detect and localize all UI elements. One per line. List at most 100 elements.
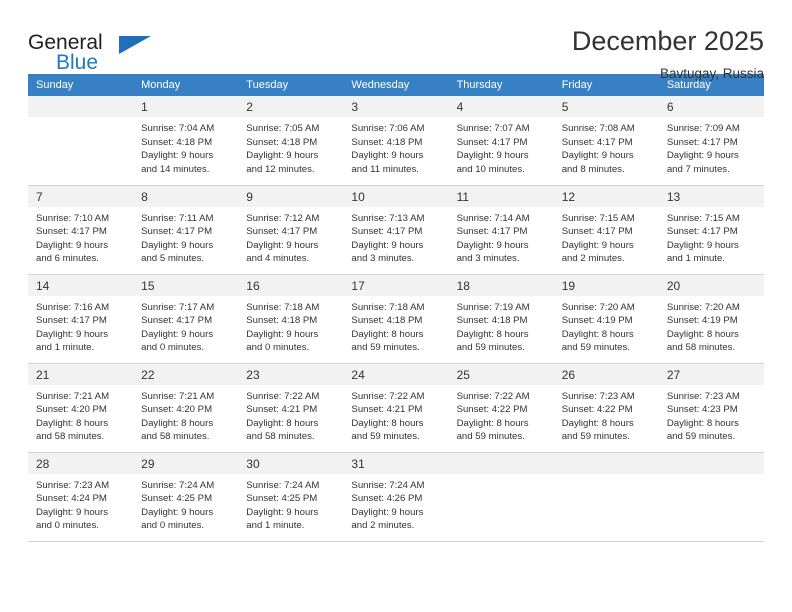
sunrise-time: Sunrise: 7:15 AM (666, 212, 740, 224)
sunset-time: Sunset: 4:23 PM (666, 404, 738, 416)
sunrise-time: Sunrise: 7:23 AM (36, 479, 110, 491)
daylight-duration-line2: and 59 minutes. (351, 342, 420, 354)
calendar-day-cell[interactable]: 2 Sunrise: 7:05 AM Sunset: 4:18 PM Daylight… (238, 96, 344, 186)
day-number (28, 96, 134, 117)
sunrise-time: Sunrise: 7:23 AM (561, 390, 635, 402)
sunset-time: Sunset: 4:19 PM (666, 315, 738, 327)
sunrise-time: Sunrise: 7:20 AM (561, 301, 635, 313)
day-details: Sunrise: 7:22 AM Sunset: 4:21 PM Daylight:… (343, 385, 448, 444)
day-number: 1 (133, 96, 239, 117)
calendar-week-row: 28 Sunrise: 7:23 AM Sunset: 4:24 PM Dayligh… (28, 452, 764, 542)
weekday-header-wednesday: Wednesday (343, 74, 449, 96)
day-details: Sunrise: 7:20 AM Sunset: 4:19 PM Daylight:… (554, 296, 659, 355)
daylight-duration-line1: Daylight: 9 hours (561, 239, 634, 251)
calendar-table: Sunday Monday Tuesday Wednesday Thursday Frid… (28, 74, 764, 542)
calendar-day-cell[interactable]: 17 Sunrise: 7:18 AM Sunset: 4:18 PM Dayligh… (343, 274, 449, 364)
calendar-day-cell[interactable]: 9 Sunrise: 7:12 AM Sunset: 4:17 PM Daylight… (238, 185, 344, 275)
daylight-duration-line1: Daylight: 9 hours (456, 150, 529, 162)
daylight-duration-line1: Daylight: 9 hours (246, 328, 319, 340)
calendar-day-cell[interactable]: 27 Sunrise: 7:23 AM Sunset: 4:23 PM Dayligh… (658, 363, 764, 453)
day-details: Sunrise: 7:24 AM Sunset: 4:26 PM Daylight:… (343, 474, 448, 533)
day-number (553, 452, 659, 474)
day-number: 20 (658, 274, 764, 296)
sunrise-time: Sunrise: 7:12 AM (246, 212, 320, 224)
calendar-day-cell[interactable]: 5 Sunrise: 7:08 AM Sunset: 4:17 PM Daylight… (553, 96, 659, 186)
calendar-day-cell[interactable]: 28 Sunrise: 7:23 AM Sunset: 4:24 PM Dayligh… (28, 452, 134, 542)
general-blue-logo[interactable]: General Blue (28, 26, 151, 74)
calendar-day-cell[interactable]: 3 Sunrise: 7:06 AM Sunset: 4:18 PM Daylight… (343, 96, 449, 186)
calendar-day-cell[interactable]: 1 Sunrise: 7:04 AM Sunset: 4:18 PM Daylight… (133, 96, 239, 186)
day-details: Sunrise: 7:08 AM Sunset: 4:17 PM Daylight:… (554, 117, 659, 176)
calendar-day-cell[interactable]: 14 Sunrise: 7:16 AM Sunset: 4:17 PM Dayligh… (28, 274, 134, 364)
calendar-cell-empty (658, 452, 764, 542)
sunset-time: Sunset: 4:18 PM (456, 315, 528, 327)
daylight-duration-line1: Daylight: 9 hours (246, 239, 319, 251)
day-number: 18 (448, 274, 554, 296)
calendar-day-cell[interactable]: 4 Sunrise: 7:07 AM Sunset: 4:17 PM Daylight… (448, 96, 554, 186)
day-details: Sunrise: 7:24 AM Sunset: 4:25 PM Daylight:… (238, 474, 343, 533)
calendar-day-cell[interactable]: 13 Sunrise: 7:15 AM Sunset: 4:17 PM Dayligh… (658, 185, 764, 275)
daylight-duration-line2: and 1 minute. (36, 342, 95, 354)
calendar-day-cell[interactable]: 22 Sunrise: 7:21 AM Sunset: 4:20 PM Dayligh… (133, 363, 239, 453)
calendar-day-cell[interactable]: 11 Sunrise: 7:14 AM Sunset: 4:17 PM Dayligh… (448, 185, 554, 275)
calendar-day-cell[interactable]: 24 Sunrise: 7:22 AM Sunset: 4:21 PM Dayligh… (343, 363, 449, 453)
daylight-duration-line2: and 59 minutes. (456, 342, 525, 354)
weekday-header-sunday: Sunday (28, 74, 134, 96)
day-details: Sunrise: 7:10 AM Sunset: 4:17 PM Daylight:… (28, 207, 133, 266)
calendar-day-cell[interactable]: 23 Sunrise: 7:22 AM Sunset: 4:21 PM Dayligh… (238, 363, 344, 453)
calendar-day-cell[interactable]: 7 Sunrise: 7:10 AM Sunset: 4:17 PM Daylight… (28, 185, 134, 275)
daylight-duration-line1: Daylight: 9 hours (351, 506, 424, 518)
calendar-day-cell[interactable]: 21 Sunrise: 7:21 AM Sunset: 4:20 PM Dayligh… (28, 363, 134, 453)
calendar-day-cell[interactable]: 16 Sunrise: 7:18 AM Sunset: 4:18 PM Dayligh… (238, 274, 344, 364)
day-number: 22 (133, 363, 239, 385)
day-number: 28 (28, 452, 134, 474)
day-number: 6 (658, 96, 764, 117)
day-number: 10 (343, 185, 449, 207)
day-details: Sunrise: 7:23 AM Sunset: 4:23 PM Daylight:… (659, 385, 764, 444)
calendar-day-cell[interactable]: 19 Sunrise: 7:20 AM Sunset: 4:19 PM Dayligh… (553, 274, 659, 364)
sunset-time: Sunset: 4:21 PM (246, 404, 318, 416)
sunset-time: Sunset: 4:20 PM (141, 404, 213, 416)
calendar-day-cell[interactable]: 26 Sunrise: 7:23 AM Sunset: 4:22 PM Dayligh… (553, 363, 659, 453)
day-number: 14 (28, 274, 134, 296)
sunrise-time: Sunrise: 7:19 AM (456, 301, 530, 313)
calendar-day-cell[interactable]: 31 Sunrise: 7:24 AM Sunset: 4:26 PM Dayligh… (343, 452, 449, 542)
calendar-day-cell[interactable]: 30 Sunrise: 7:24 AM Sunset: 4:25 PM Dayligh… (238, 452, 344, 542)
daylight-duration-line2: and 59 minutes. (456, 431, 525, 443)
daylight-duration-line2: and 59 minutes. (666, 431, 736, 443)
page-header: General Blue December 2025 Bavtugay, Rus… (28, 0, 764, 81)
sunset-time: Sunset: 4:21 PM (351, 404, 423, 416)
day-details: Sunrise: 7:06 AM Sunset: 4:18 PM Daylight:… (343, 117, 448, 176)
day-details: Sunrise: 7:24 AM Sunset: 4:25 PM Daylight:… (133, 474, 238, 533)
sunset-time: Sunset: 4:18 PM (351, 315, 423, 327)
sunset-time: Sunset: 4:17 PM (141, 226, 213, 238)
calendar-day-cell[interactable]: 29 Sunrise: 7:24 AM Sunset: 4:25 PM Dayligh… (133, 452, 239, 542)
sunrise-time: Sunrise: 7:23 AM (666, 390, 740, 402)
calendar-day-cell[interactable]: 6 Sunrise: 7:09 AM Sunset: 4:17 PM Daylight… (658, 96, 764, 186)
day-number: 7 (28, 185, 134, 207)
day-details: Sunrise: 7:18 AM Sunset: 4:18 PM Daylight:… (343, 296, 448, 355)
sunset-time: Sunset: 4:17 PM (456, 136, 528, 148)
sunset-time: Sunset: 4:25 PM (246, 493, 318, 505)
daylight-duration-line1: Daylight: 9 hours (456, 239, 529, 251)
daylight-duration-line1: Daylight: 9 hours (351, 239, 424, 251)
sunrise-time: Sunrise: 7:06 AM (351, 123, 425, 134)
calendar-day-cell[interactable]: 8 Sunrise: 7:11 AM Sunset: 4:17 PM Daylight… (133, 185, 239, 275)
calendar-day-cell[interactable]: 18 Sunrise: 7:19 AM Sunset: 4:18 PM Dayligh… (448, 274, 554, 364)
day-number (658, 452, 764, 474)
weekday-header-monday: Monday (133, 74, 239, 96)
calendar-day-cell[interactable]: 15 Sunrise: 7:17 AM Sunset: 4:17 PM Dayligh… (133, 274, 239, 364)
sunrise-time: Sunrise: 7:11 AM (141, 212, 214, 224)
daylight-duration-line2: and 2 minutes. (351, 520, 415, 532)
day-details: Sunrise: 7:07 AM Sunset: 4:17 PM Daylight:… (449, 117, 554, 176)
calendar-day-cell[interactable]: 10 Sunrise: 7:13 AM Sunset: 4:17 PM Dayligh… (343, 185, 449, 275)
calendar-cell-empty (553, 452, 659, 542)
calendar-day-cell[interactable]: 25 Sunrise: 7:22 AM Sunset: 4:22 PM Dayligh… (448, 363, 554, 453)
day-details: Sunrise: 7:18 AM Sunset: 4:18 PM Daylight:… (238, 296, 343, 355)
calendar-day-cell[interactable]: 20 Sunrise: 7:20 AM Sunset: 4:19 PM Dayligh… (658, 274, 764, 364)
daylight-duration-line2: and 1 minute. (666, 253, 725, 265)
day-details: Sunrise: 7:13 AM Sunset: 4:17 PM Daylight:… (343, 207, 448, 266)
calendar-day-cell[interactable]: 12 Sunrise: 7:15 AM Sunset: 4:17 PM Dayligh… (553, 185, 659, 275)
day-number: 31 (343, 452, 449, 474)
daylight-duration-line2: and 0 minutes. (246, 342, 310, 354)
